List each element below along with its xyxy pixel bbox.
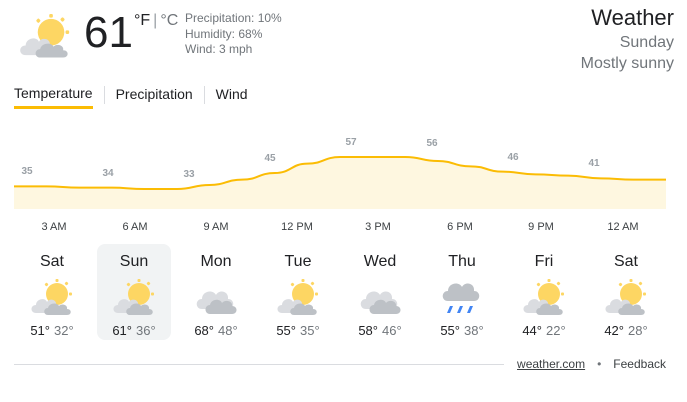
day-card[interactable]: Sun 61° 36° bbox=[97, 244, 171, 340]
day-temps: 42° 28° bbox=[589, 323, 663, 338]
chart-x-tick: 6 PM bbox=[447, 221, 473, 233]
chart-data-label: 41 bbox=[588, 158, 600, 170]
partly-cloudy-icon bbox=[16, 14, 74, 60]
day-name: Mon bbox=[200, 253, 232, 270]
day-temps: 51° 32° bbox=[15, 323, 89, 338]
day-temps: 68° 48° bbox=[179, 323, 253, 338]
day-name: Sat bbox=[39, 253, 64, 270]
title-block: Weather Sunday Mostly sunny bbox=[581, 4, 674, 74]
day-name: Wed bbox=[363, 253, 397, 270]
tab-temperature[interactable]: Temperature bbox=[14, 82, 93, 109]
day-low: 48° bbox=[218, 323, 238, 338]
day-card[interactable]: Tue 55° 35° bbox=[261, 244, 335, 340]
current-day[interactable]: Sunday bbox=[581, 32, 674, 53]
unit-celsius[interactable]: °C bbox=[160, 12, 178, 29]
day-card[interactable]: Sat 51° 32° bbox=[15, 244, 89, 340]
chart-data-label: 34 bbox=[102, 167, 114, 179]
day-name: Tue bbox=[284, 253, 312, 270]
footer: weather.com • Feedback bbox=[517, 357, 666, 371]
day-high: 51° bbox=[30, 323, 50, 338]
chart-data-label: 46 bbox=[507, 151, 519, 163]
day-low: 38° bbox=[464, 323, 484, 338]
day-low: 36° bbox=[136, 323, 156, 338]
partly-cloudy-icon bbox=[28, 279, 76, 317]
chart-x-tick: 12 PM bbox=[281, 221, 313, 233]
feedback-link[interactable]: Feedback bbox=[613, 357, 666, 371]
day-temps: 61° 36° bbox=[97, 323, 171, 338]
chart-data-label: 35 bbox=[21, 166, 33, 178]
footer-divider bbox=[14, 364, 504, 365]
precipitation-text: Precipitation: 10% bbox=[185, 11, 282, 25]
chart-x-tick: 3 PM bbox=[365, 221, 391, 233]
current-condition: Mostly sunny bbox=[580, 55, 674, 72]
footer-separator: • bbox=[597, 357, 602, 371]
day-high: 42° bbox=[604, 323, 624, 338]
day-temps: 55° 35° bbox=[261, 323, 335, 338]
day-name: Thu bbox=[448, 253, 476, 270]
day-card[interactable]: Thu 55° 38° bbox=[425, 244, 499, 340]
unit-separator: | bbox=[153, 12, 158, 29]
chart-x-tick: 9 AM bbox=[203, 221, 229, 233]
temperature-chart[interactable]: 35 3 AM 34 6 AM 33 9 AM 45 12 PM 57 3 PM 56 6 PM 46 9… bbox=[14, 130, 666, 240]
chart-data-label: 56 bbox=[426, 138, 438, 150]
chart-data-label: 45 bbox=[264, 153, 276, 164]
day-card[interactable]: Wed 58° 46° bbox=[343, 244, 417, 340]
humidity-text: Humidity: 68% bbox=[185, 26, 263, 41]
day-temps: 44° 22° bbox=[507, 323, 581, 338]
partly-cloudy-icon bbox=[520, 279, 568, 317]
day-card[interactable]: Fri 44° 22° bbox=[507, 244, 581, 340]
partly-cloudy-icon bbox=[110, 279, 158, 317]
unit-toggle: °F | °C bbox=[134, 12, 178, 30]
day-card[interactable]: Sat 42° 28° bbox=[589, 244, 663, 340]
temperature-area bbox=[14, 157, 666, 209]
cloudy-icon bbox=[192, 279, 240, 317]
unit-fahrenheit[interactable]: °F bbox=[134, 12, 150, 29]
day-high: 61° bbox=[112, 323, 132, 338]
chart-data-label: 57 bbox=[345, 137, 357, 148]
partly-cloudy-icon bbox=[274, 279, 322, 317]
weather-title: Weather bbox=[591, 5, 674, 30]
source-link[interactable]: weather.com bbox=[517, 357, 585, 371]
day-high: 68° bbox=[194, 323, 214, 338]
chart-data-label: 33 bbox=[183, 169, 195, 180]
daily-forecast: Sat 51° 32° Sun 61° 36° Mon 68° 48° Tue 55° 35° Wed 5… bbox=[14, 244, 666, 344]
day-low: 35° bbox=[300, 323, 320, 338]
chart-x-tick: 3 AM bbox=[41, 221, 67, 233]
tab-precipitation[interactable]: Precipitation bbox=[116, 83, 193, 107]
chart-tabs: Temperature Precipitation Wind bbox=[14, 80, 248, 110]
chart-x-tick: 12 AM bbox=[607, 221, 639, 233]
day-name: Sat bbox=[613, 253, 638, 270]
day-high: 55° bbox=[276, 323, 296, 338]
day-temps: 58° 46° bbox=[343, 323, 417, 338]
tab-wind[interactable]: Wind bbox=[216, 83, 248, 107]
day-low: 32° bbox=[54, 323, 74, 338]
day-low: 46° bbox=[382, 323, 402, 338]
cloudy-icon bbox=[356, 279, 404, 317]
current-details: Precipitation: 10% Humidity: 68% Wind: 3… bbox=[185, 11, 282, 58]
tab-divider bbox=[103, 86, 105, 104]
chart-x-tick: 6 AM bbox=[122, 221, 148, 233]
current-temperature: 61 bbox=[84, 8, 133, 57]
partly-cloudy-icon bbox=[602, 279, 650, 317]
day-low: 22° bbox=[546, 323, 566, 338]
day-card[interactable]: Mon 68° 48° bbox=[179, 244, 253, 340]
tab-divider bbox=[203, 86, 205, 104]
wind-text: Wind: 3 mph bbox=[185, 42, 253, 56]
weather-header: 61 °F | °C Precipitation: 10% Humidity: 68… bbox=[14, 5, 674, 78]
day-high: 58° bbox=[358, 323, 378, 338]
chart-x-tick: 9 PM bbox=[528, 221, 554, 233]
day-name: Fri bbox=[534, 253, 554, 270]
day-temps: 55° 38° bbox=[425, 323, 499, 338]
rain-icon bbox=[438, 279, 486, 317]
day-high: 55° bbox=[440, 323, 460, 338]
day-name: Sun bbox=[119, 253, 149, 270]
day-high: 44° bbox=[522, 323, 542, 338]
day-low: 28° bbox=[628, 323, 648, 338]
